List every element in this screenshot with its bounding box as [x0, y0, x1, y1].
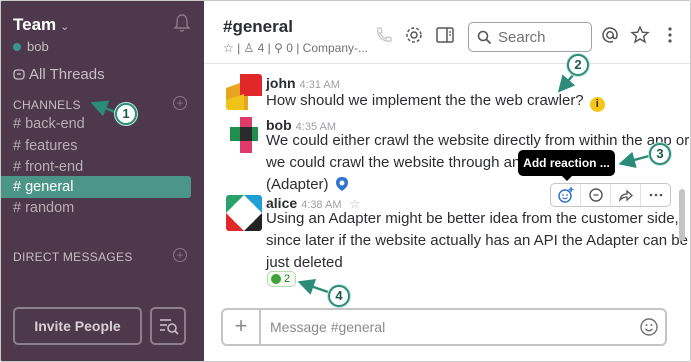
- more-actions-button[interactable]: [641, 184, 670, 206]
- share-arrow-icon: [618, 189, 633, 202]
- callout-3: 3: [649, 143, 671, 165]
- search-icon: [477, 30, 492, 44]
- add-direct-message-icon[interactable]: +: [173, 248, 187, 262]
- add-reaction-icon: [557, 187, 573, 203]
- message-line: How should we implement the the web craw…: [266, 90, 666, 112]
- channel-meta: ☆ | ♙ 4 | ⚲ 0 | Company-...: [223, 41, 369, 55]
- attach-button[interactable]: +: [223, 310, 261, 344]
- chevron-down-icon: ⌄: [60, 21, 70, 33]
- channel-title[interactable]: #general: [223, 17, 293, 37]
- search-input[interactable]: Search: [468, 22, 592, 52]
- message-text: How should we implement the the web craw…: [266, 90, 666, 112]
- message-line: just deleted: [266, 254, 343, 271]
- avatar[interactable]: [226, 195, 262, 231]
- location-pin-icon: [335, 177, 348, 191]
- details-pane-icon[interactable]: [435, 25, 455, 45]
- reaction-emoji-icon: [271, 274, 281, 284]
- reaction-badge[interactable]: 2: [267, 271, 296, 287]
- all-threads-link[interactable]: All Threads: [13, 66, 105, 83]
- direct-messages-heading[interactable]: DIRECT MESSAGES: [13, 250, 133, 264]
- sidebar-item-features[interactable]: # features: [1, 135, 191, 157]
- message-composer[interactable]: + Message #general: [221, 308, 667, 346]
- bell-icon[interactable]: [173, 13, 191, 33]
- sidebar-item-general[interactable]: # general: [1, 176, 191, 198]
- filter-search-icon: [160, 319, 179, 335]
- add-reaction-tooltip: Add reaction ...: [518, 150, 615, 181]
- team-name: Team: [13, 15, 57, 34]
- add-reaction-button[interactable]: [551, 184, 581, 206]
- user-presence: bob: [13, 39, 49, 54]
- reaction-count: 2: [284, 273, 291, 285]
- share-message-button[interactable]: [611, 184, 641, 206]
- author-name: john: [266, 75, 296, 91]
- avatar[interactable]: [226, 74, 262, 110]
- gear-icon[interactable]: [404, 25, 424, 45]
- add-channel-icon[interactable]: +: [173, 96, 187, 110]
- channels-heading[interactable]: CHANNELS: [13, 98, 81, 112]
- callout-4: 4: [328, 285, 350, 307]
- avatar[interactable]: [226, 117, 262, 153]
- sidebar-item-front-end[interactable]: # front-end: [1, 156, 191, 178]
- thread-icon: [588, 188, 603, 202]
- message-input-placeholder: Message #general: [270, 319, 386, 335]
- message-line: Using an Adapter might be better idea fr…: [266, 210, 679, 227]
- online-status-icon: [13, 42, 21, 51]
- more-horizontal-icon: [649, 193, 662, 197]
- reply-thread-button[interactable]: [581, 184, 611, 206]
- callout-2: 2: [567, 54, 589, 76]
- message-author[interactable]: john 4:31 AM: [266, 75, 340, 91]
- sidebar: Team ⌄ bob All Threads CHANNELS + # back-…: [1, 1, 204, 361]
- callout-1: 1: [115, 103, 137, 125]
- more-vertical-icon[interactable]: [660, 25, 680, 45]
- info-emoji-icon: i: [589, 97, 605, 112]
- message-text: Using an Adapter might be better idea fr…: [266, 208, 688, 274]
- search-placeholder: Search: [498, 28, 546, 46]
- message-line: We could either crawl the website direct…: [266, 132, 690, 149]
- star-icon[interactable]: [630, 25, 650, 45]
- sidebar-item-back-end[interactable]: # back-end: [1, 113, 191, 135]
- all-threads-label: All Threads: [29, 66, 105, 83]
- sidebar-item-random[interactable]: # random: [1, 197, 191, 219]
- threads-icon: [13, 68, 25, 80]
- mentions-icon[interactable]: [600, 25, 620, 45]
- quick-switcher-button[interactable]: [150, 307, 186, 345]
- call-icon[interactable]: [374, 25, 394, 45]
- invite-people-button[interactable]: Invite People: [13, 307, 142, 345]
- emoji-picker-icon[interactable]: [639, 317, 659, 337]
- slack-window: Team ⌄ bob All Threads CHANNELS + # back-…: [0, 0, 691, 362]
- current-user: bob: [27, 39, 49, 54]
- channel-header: #general ☆ | ♙ 4 | ⚲ 0 | Company-... Sea…: [204, 1, 690, 64]
- scrollbar[interactable]: [679, 189, 685, 241]
- message-line: since later if the website actually has …: [266, 232, 688, 249]
- team-menu[interactable]: Team ⌄: [13, 15, 69, 35]
- message-actions-bar: [550, 183, 671, 207]
